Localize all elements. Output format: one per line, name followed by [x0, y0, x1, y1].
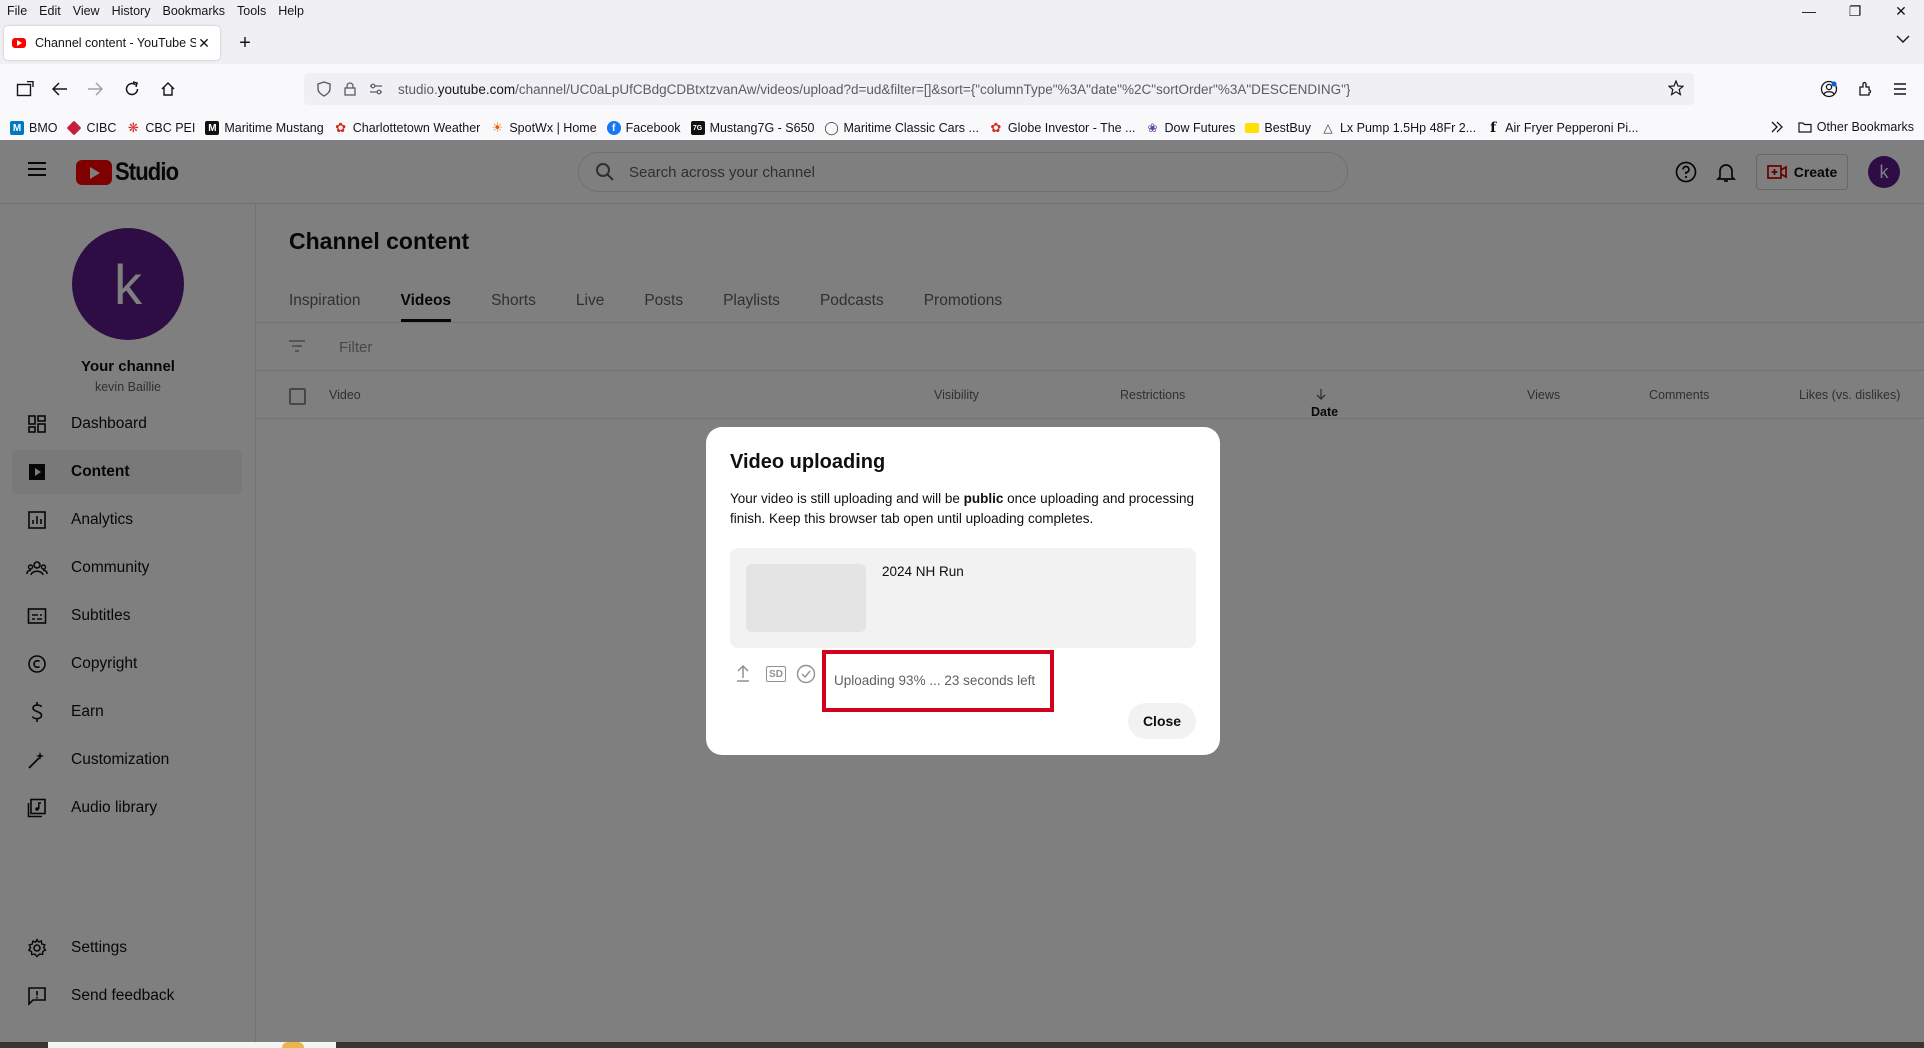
- window-controls: — ❐ ✕: [1786, 0, 1924, 22]
- menu-bar: File Edit View History Bookmarks Tools H…: [0, 0, 1924, 22]
- menu-file[interactable]: File: [0, 4, 33, 18]
- f-icon: f: [1490, 120, 1497, 136]
- bookmark-item[interactable]: ◯ Maritime Classic Cars ...: [824, 120, 979, 135]
- lock-icon[interactable]: [338, 82, 362, 96]
- list-tabs-icon[interactable]: [1896, 34, 1910, 44]
- minimize-icon[interactable]: —: [1786, 0, 1832, 22]
- menu-history[interactable]: History: [106, 4, 157, 18]
- menu-tools[interactable]: Tools: [231, 4, 272, 18]
- visibility-public: public: [963, 491, 1004, 506]
- extensions-icon[interactable]: [1854, 78, 1876, 100]
- restore-icon[interactable]: ❐: [1832, 0, 1878, 22]
- url-path: /channel/UC0aLpUfCBdgCDBtxtzvanAw/videos…: [515, 81, 1351, 97]
- nbc-peacock-icon: ❀: [1147, 121, 1158, 135]
- reload-icon[interactable]: [121, 78, 143, 100]
- menu-edit[interactable]: Edit: [33, 4, 67, 18]
- permissions-icon[interactable]: [364, 83, 388, 95]
- menu-help[interactable]: Help: [272, 4, 310, 18]
- bookmark-item[interactable]: M Maritime Mustang: [205, 121, 324, 135]
- message-text: Your video is still uploading and will b…: [730, 491, 964, 506]
- other-bookmarks-label: Other Bookmarks: [1816, 120, 1914, 134]
- bookmark-label: Lx Pump 1.5Hp 48Fr 2...: [1339, 121, 1477, 135]
- bmo-icon: M: [10, 121, 24, 135]
- bookmark-item[interactable]: ❋ CBC PEI: [126, 120, 196, 135]
- upload-arrow-icon: [735, 663, 751, 683]
- bookmark-item[interactable]: ✿ Globe Investor - The ...: [989, 120, 1136, 135]
- bookmark-label: Facebook: [625, 121, 681, 135]
- other-bookmarks[interactable]: Other Bookmarks: [1798, 120, 1914, 134]
- bookmark-label: CIBC: [86, 121, 117, 135]
- check-circle-icon: [796, 664, 816, 684]
- video-title: 2024 NH Run: [882, 564, 964, 579]
- bookmark-item[interactable]: CIBC: [67, 120, 117, 136]
- bookmark-label: Air Fryer Pepperoni Pi...: [1505, 121, 1639, 135]
- url-text[interactable]: studio.youtube.com/channel/UC0aLpUfCBdgC…: [398, 82, 1350, 97]
- close-tab-icon[interactable]: ✕: [196, 35, 212, 52]
- bookmark-star-icon[interactable]: [1668, 80, 1684, 96]
- bookmark-item[interactable]: △ Lx Pump 1.5Hp 48Fr 2...: [1321, 121, 1476, 135]
- bookmark-item[interactable]: 7G Mustang7G - S650: [690, 121, 815, 135]
- facebook-icon: f: [606, 121, 621, 135]
- maple-leaf-icon: ✿: [990, 120, 1002, 135]
- dialog-title: Video uploading: [730, 451, 886, 473]
- cibc-icon: [67, 120, 82, 136]
- dialog-message: Your video is still uploading and will b…: [730, 489, 1200, 529]
- bookmark-label: Globe Investor - The ...: [1007, 121, 1136, 135]
- video-uploading-dialog: Video uploading Your video is still uplo…: [706, 427, 1220, 755]
- forward-icon[interactable]: [84, 78, 106, 100]
- bookmarks-toolbar: M BMO CIBC ❋ CBC PEI M Maritime Mustang ✿ Ch…: [0, 116, 1924, 140]
- spotwx-icon: ☀: [491, 120, 504, 135]
- bookmark-label: Mustang7G - S650: [709, 121, 815, 135]
- back-icon[interactable]: [49, 78, 71, 100]
- bookmark-label: Maritime Mustang: [224, 121, 324, 135]
- bookmark-label: BMO: [29, 121, 58, 135]
- bookmark-label: Maritime Classic Cars ...: [843, 121, 979, 135]
- globe-icon: ◯: [824, 120, 839, 135]
- bookmark-item[interactable]: BestBuy: [1245, 121, 1311, 135]
- bookmark-item[interactable]: ☀ SpotWx | Home: [490, 120, 597, 135]
- os-taskbar: [0, 1042, 1924, 1048]
- close-button[interactable]: Close: [1128, 703, 1196, 739]
- menu-bookmarks[interactable]: Bookmarks: [156, 4, 231, 18]
- navigation-toolbar: studio.youtube.com/channel/UC0aLpUfCBdgC…: [0, 64, 1924, 116]
- bookmark-label: CBC PEI: [145, 121, 196, 135]
- home-icon[interactable]: [157, 78, 179, 100]
- bookmark-item[interactable]: f Air Fryer Pepperoni Pi...: [1486, 120, 1639, 136]
- sidebar-toggle-icon[interactable]: [14, 78, 36, 100]
- url-domain: youtube.com: [437, 81, 516, 97]
- menu-view[interactable]: View: [67, 4, 106, 18]
- tab-title: Channel content - YouTube Stu: [35, 36, 196, 50]
- bookmark-item[interactable]: f Facebook: [606, 121, 681, 135]
- close-window-icon[interactable]: ✕: [1878, 0, 1924, 22]
- tab-strip: Channel content - YouTube Stu ✕ +: [0, 22, 1924, 64]
- more-bookmarks-chevron-icon[interactable]: [1770, 120, 1784, 134]
- address-bar[interactable]: studio.youtube.com/channel/UC0aLpUfCBdgC…: [304, 73, 1694, 105]
- bookmark-label: BestBuy: [1264, 121, 1311, 135]
- chart-icon: △: [1323, 121, 1333, 135]
- bookmark-item[interactable]: ✿ Charlottetown Weather: [334, 120, 481, 135]
- maritime-mustang-icon: M: [205, 121, 220, 135]
- url-prefix: studio.: [398, 81, 438, 97]
- folder-icon: [1798, 121, 1812, 133]
- video-thumbnail: [746, 564, 866, 632]
- maple-leaf-icon: ✿: [335, 120, 347, 135]
- bookmark-item[interactable]: M BMO: [10, 121, 57, 135]
- bookmark-item[interactable]: ❀ Dow Futures: [1146, 121, 1236, 135]
- upload-status-highlight: [822, 650, 1054, 712]
- mustang7g-icon: 7G: [690, 121, 705, 135]
- youtube-favicon-icon: [12, 38, 26, 48]
- cbc-icon: ❋: [127, 120, 139, 135]
- new-tab-icon[interactable]: +: [234, 30, 256, 56]
- bestbuy-icon: [1245, 123, 1260, 133]
- account-icon[interactable]: [1818, 78, 1840, 100]
- app-menu-icon[interactable]: [1889, 78, 1911, 100]
- bookmark-label: SpotWx | Home: [509, 121, 597, 135]
- weather-icon[interactable]: [282, 1042, 304, 1048]
- bookmark-label: Charlottetown Weather: [352, 121, 481, 135]
- bookmark-label: Dow Futures: [1164, 121, 1236, 135]
- browser-tab-active[interactable]: Channel content - YouTube Stu ✕: [4, 26, 220, 60]
- tracking-protection-icon[interactable]: [312, 81, 336, 97]
- sd-badge-icon: SD: [766, 666, 786, 682]
- video-card: 2024 NH Run: [730, 548, 1196, 648]
